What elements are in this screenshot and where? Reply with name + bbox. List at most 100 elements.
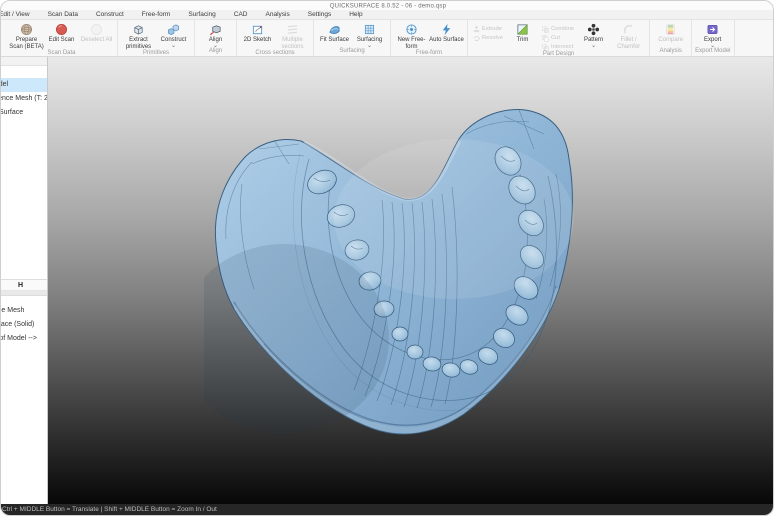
dental-scan-mesh[interactable] [204,104,594,449]
pattern-button[interactable]: Pattern⌄ [576,21,611,48]
cut-button: Cut [542,33,574,42]
revolve-button: Revolve [473,33,503,42]
button-label: Combine [551,26,574,32]
deselect-all-icon [90,22,103,37]
menu-item-analysis[interactable]: Analysis [257,11,299,18]
button-label: Multiple sections [275,37,310,50]
ribbon-group-label: Export Model [695,48,730,56]
window-title: QUICKSURFACE 8.0.52 - 06 - demo.qsp [330,3,446,9]
surfacing-button[interactable]: Surfacing⌄ [352,21,387,48]
ribbon-toolbar: Prepare Scan (BETA) Edit Scan Deselect All… [1,20,774,57]
prepare-scan-icon [20,22,33,37]
compare-icon [664,22,677,37]
ribbon-group-export-model: Export⌄Export Model [692,20,734,56]
chevron-down-icon[interactable]: ⌄ [213,44,218,48]
button-label: New Free-form [394,37,429,50]
auto-surface-button[interactable]: Auto Surface [429,21,464,44]
new-free-form-icon [405,22,418,37]
2d-sketch-button[interactable]: 2D Sketch [240,21,275,44]
fit-surface-button[interactable]: Fit Surface [317,21,352,44]
3d-viewport[interactable] [48,57,774,506]
button-label: Edit Scan [49,37,75,44]
menu-item-construct[interactable]: Construct [87,11,133,18]
menu-item-edit-view[interactable]: Edit / View [1,11,39,18]
tree-item-surface[interactable]: Surface [1,106,47,120]
status-hint-text: MIDDLE Button = Rotate | Ctrl + MIDDLE B… [1,506,217,513]
button-label: Prepare Scan (BETA) [9,37,44,50]
button-label: 2D Sketch [244,37,272,44]
button-label: Fillet / Chamfer [611,37,646,50]
menu-item-help[interactable]: Help [340,11,371,18]
object-tree: ModelReference Mesh (T: 2 345 678)Surfac… [1,66,47,120]
menu-item-settings[interactable]: Settings [299,11,341,18]
fillet-chamfer-button: Fillet / Chamfer [611,21,646,50]
menu-item-scan-data[interactable]: Scan Data [39,11,87,18]
tree-item-reference-mesh[interactable]: Reference Mesh [1,304,47,318]
ribbon-group-items: Export⌄ [695,21,730,48]
multiple-sections-icon [286,22,299,37]
new-free-form-button[interactable]: New Free-form [394,21,429,50]
ribbon-group-label: Align [198,48,233,56]
chevron-down-icon[interactable]: ⌄ [710,44,715,48]
ribbon-group-surfacing: Fit SurfaceSurfacing⌄Surfacing [314,20,391,56]
button-label: Intersect [551,44,573,50]
ribbon-group-scan-data: Prepare Scan (BETA) Edit Scan Deselect All… [6,20,118,56]
construct-button[interactable]: Construct⌄ [156,21,191,48]
intersect-button: Intersect [542,42,574,51]
tree-item-label: Surface (Solid) [1,318,34,332]
fit-surface-icon [328,22,341,37]
ribbon-group-items: New Free-formAuto Surface [394,21,464,50]
button-label: Fit Surface [320,37,349,44]
chevron-down-icon[interactable]: ⌄ [367,44,372,48]
button-label: Extract primitives [121,37,156,50]
menu-item-surfacing[interactable]: Surfacing [179,11,224,18]
align-icon [209,22,222,37]
ribbon-group-items: Extract primitivesConstruct⌄ [121,21,191,50]
compare-button: Compare [653,21,688,44]
menu-item-free-form[interactable]: Free-form [133,11,180,18]
tree-item-label: Reference Mesh (T: 2 345 678) [1,92,47,106]
combine-button: Combine [542,24,574,33]
tree-item-surface-solid[interactable]: Surface (Solid) [1,318,47,332]
ribbon-group-align: Align⌄Align [195,20,237,56]
2d-sketch-icon [251,22,264,37]
trim-icon [516,22,529,37]
align-button[interactable]: Align⌄ [198,21,233,48]
tree-item-label: End of Model --> [1,332,37,346]
button-label: Compare [658,37,683,44]
history-panel: H Reference MeshSurface (Solid)End of Mo… [1,279,47,346]
button-label: Cut [551,35,560,41]
deselect-all-button: Deselect All [79,21,114,44]
ribbon-group-items: Fit SurfaceSurfacing⌄ [317,21,387,48]
ribbon-group-label: Surfacing [317,48,387,56]
trim-button[interactable]: Trim [505,21,540,44]
ribbon-group-items: Compare [653,21,688,48]
menu-item-cad[interactable]: CAD [225,11,257,18]
tree-item-reference-mesh-t-2-345-678[interactable]: Reference Mesh (T: 2 345 678) [1,92,47,106]
ribbon-group-label: Free-form [394,50,464,57]
ribbon-group-label: Primitives [121,50,191,57]
ribbon-group-items: Align⌄ [198,21,233,48]
edit-scan-button[interactable]: Edit Scan [44,21,79,44]
auto-surface-icon [440,22,453,37]
ribbon-button-stack: ExtrudeRevolve [471,21,505,42]
ribbon-group-label: Cross sections [240,50,310,57]
button-label: Auto Surface [429,37,464,44]
extrude-button: Extrude [473,24,503,33]
extract-primitives-button[interactable]: Extract primitives [121,21,156,50]
chevron-down-icon[interactable]: ⌄ [591,44,596,48]
tree-item-model[interactable]: Model [1,78,47,92]
tree-item-label: Surface [1,106,23,120]
tree-item-end-of-model[interactable]: End of Model --> [1,332,47,346]
surfacing-icon [363,22,376,37]
export-icon [706,22,719,37]
fillet-chamfer-icon [622,22,635,37]
chevron-down-icon[interactable]: ⌄ [171,44,176,48]
object-tree-header [1,57,47,66]
ribbon-group-label: Analysis [653,48,688,56]
construct-icon [167,22,180,37]
ribbon-group-label: Scan Data [9,50,114,57]
history-panel-header[interactable]: H [1,279,47,291]
export-button[interactable]: Export⌄ [695,21,730,48]
prepare-scan-beta-button[interactable]: Prepare Scan (BETA) [9,21,44,50]
